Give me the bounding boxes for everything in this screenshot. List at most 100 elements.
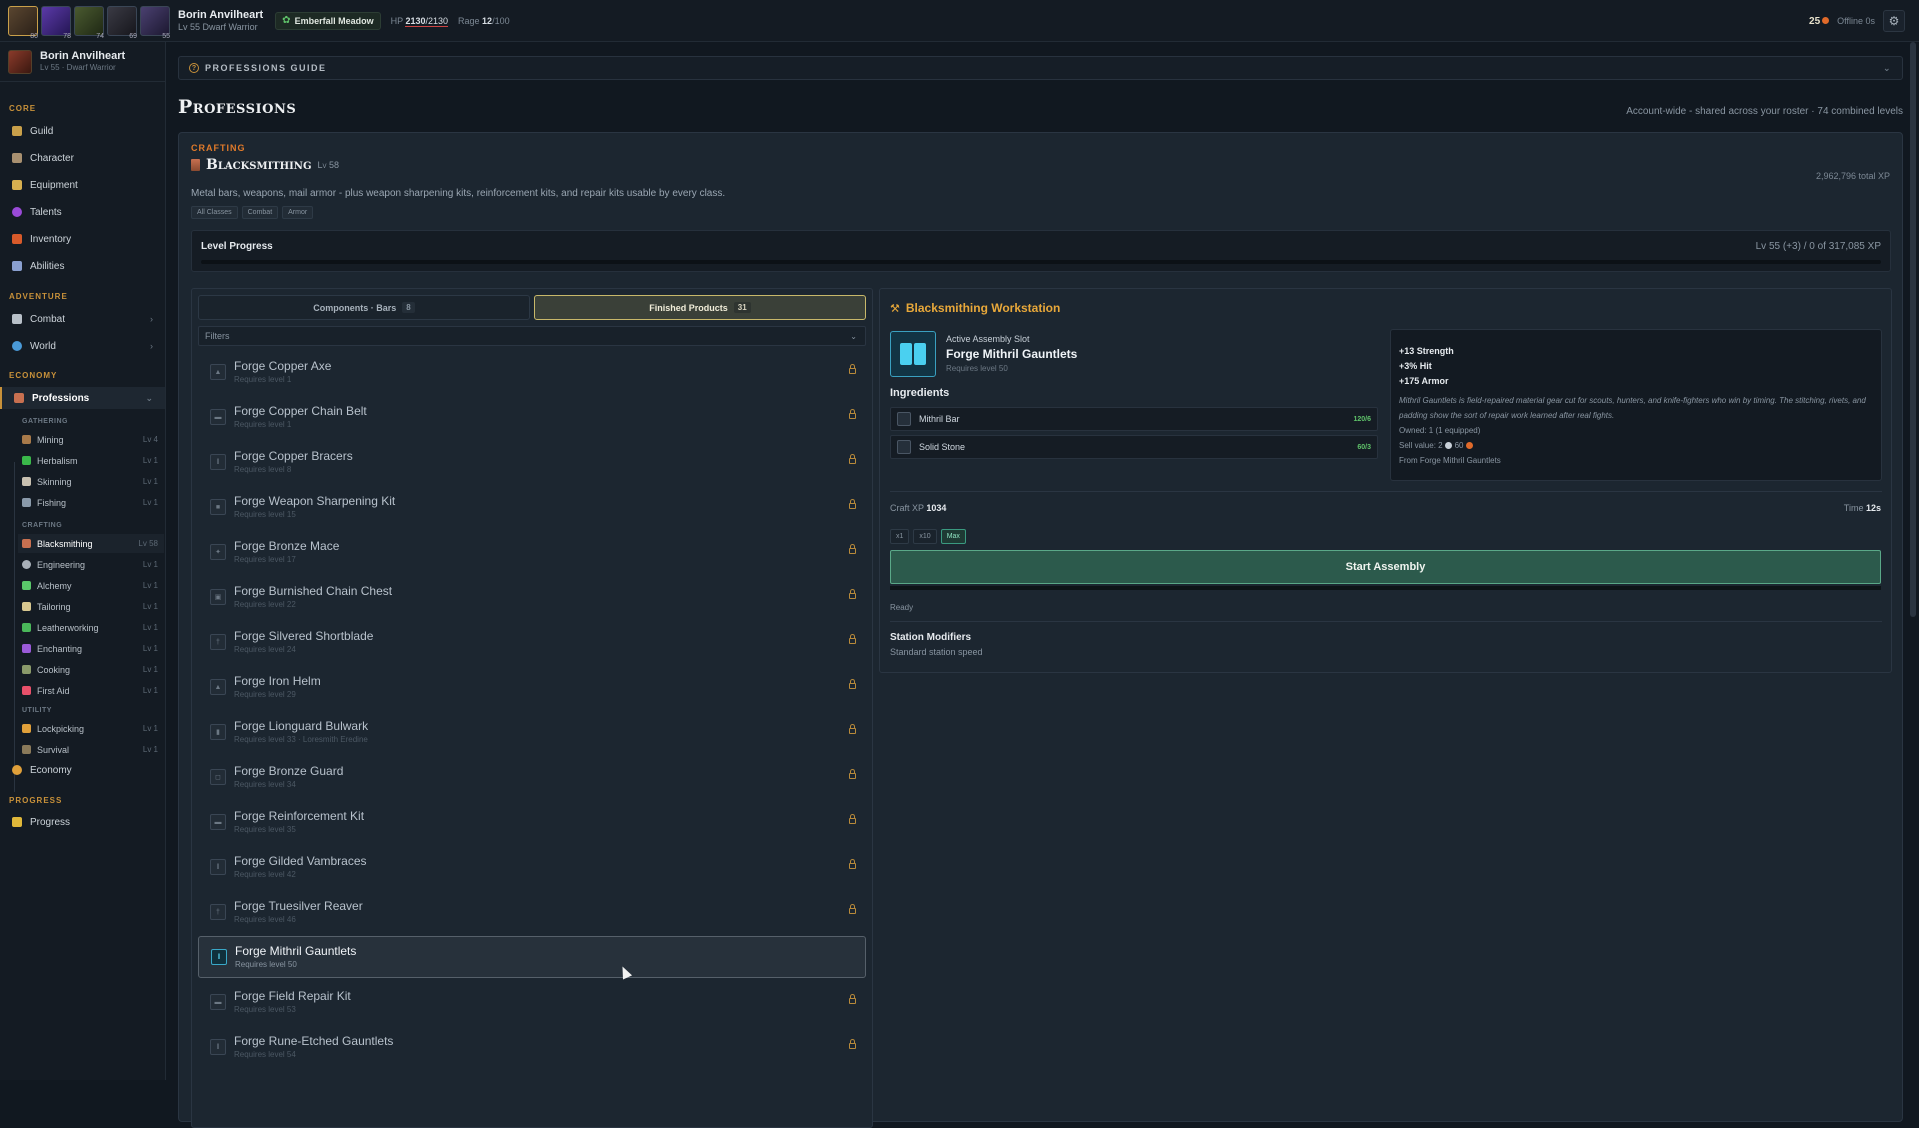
- start-assembly-button[interactable]: Start Assembly: [890, 550, 1881, 584]
- recipe-item[interactable]: ▲ Forge Iron Helm Requires level 29: [198, 666, 866, 708]
- section-core: CORE: [9, 104, 37, 113]
- item-flavor-text: Mithril Gauntlets is field-repaired mate…: [1399, 396, 1866, 420]
- gold-counter: 25: [1809, 16, 1830, 27]
- recipe-name: Forge Silvered Shortblade: [234, 629, 374, 643]
- qty-x10-button[interactable]: x10: [913, 529, 937, 544]
- ingredient-name: Solid Stone: [919, 442, 966, 452]
- hunter-portrait[interactable]: 74: [74, 5, 104, 40]
- priest-portrait[interactable]: 55: [140, 5, 170, 40]
- helm-icon: ▲: [210, 679, 226, 695]
- sidebar-item-survival[interactable]: Survival Lv 1: [18, 740, 164, 759]
- sidebar-item-mining[interactable]: Mining Lv 4: [18, 430, 164, 449]
- page-scrollbar[interactable]: [1910, 42, 1916, 617]
- profession-description: Metal bars, weapons, mail armor - plus w…: [191, 188, 726, 199]
- sidebar-item-lockpicking[interactable]: Lockpicking Lv 1: [18, 719, 164, 738]
- sidebar-item-equipment[interactable]: Equipment: [0, 174, 165, 196]
- guard-icon: ◻: [210, 769, 226, 785]
- lock-icon: [849, 679, 856, 689]
- recipe-requirement: Requires level 8: [234, 465, 292, 474]
- craft-xp: Craft XP 1034: [890, 503, 946, 513]
- sidebar-item-enchanting[interactable]: Enchanting Lv 1: [18, 639, 164, 658]
- recipe-item[interactable]: ‖ Forge Gilded Vambraces Requires level 42: [198, 846, 866, 888]
- sidebar-item-inventory[interactable]: Inventory: [0, 228, 165, 250]
- sidebar-item-combat[interactable]: Combat ›: [0, 308, 165, 330]
- tab-components-bars[interactable]: Components · Bars 8: [198, 295, 530, 320]
- qty-x1-button[interactable]: x1: [890, 529, 910, 544]
- trophy-icon: [12, 817, 22, 827]
- sidebar-item-world[interactable]: World ›: [0, 335, 165, 357]
- recipe-item[interactable]: ▮ Forge Lionguard Bulwark Requires level 3…: [198, 711, 866, 753]
- recipe-item-selected[interactable]: ‖ Forge Mithril Gauntlets Requires level 5…: [198, 936, 866, 978]
- sidebar-item-engineering[interactable]: Engineering Lv 1: [18, 555, 164, 574]
- sidebar-item-character[interactable]: Character: [0, 147, 165, 169]
- sidebar-item-guild[interactable]: Guild: [0, 120, 165, 142]
- sidebar-item-label: Blacksmithing: [37, 538, 93, 549]
- tab-finished-products[interactable]: Finished Products 31: [534, 295, 866, 320]
- axe-icon: ▲: [210, 364, 226, 380]
- sidebar-item-skinning[interactable]: Skinning Lv 1: [18, 472, 164, 491]
- sidebar-item-cooking[interactable]: Cooking Lv 1: [18, 660, 164, 679]
- recipe-item[interactable]: ▣ Forge Burnished Chain Chest Requires lev…: [198, 576, 866, 618]
- quantity-selector: x1 x10 Max: [890, 529, 966, 544]
- total-xp: 2,962,796 total XP: [1815, 171, 1890, 181]
- recipe-item[interactable]: ‖ Forge Copper Bracers Requires level 8: [198, 441, 866, 483]
- settings-button[interactable]: ⚙: [1883, 10, 1905, 32]
- recipe-item[interactable]: ◻ Forge Bronze Guard Requires level 34: [198, 756, 866, 798]
- portrait-level: 78: [63, 32, 71, 40]
- sidebar-item-talents[interactable]: Talents: [0, 201, 165, 223]
- recipe-requirement: Requires level 15: [234, 510, 296, 519]
- sidebar-item-tailoring[interactable]: Tailoring Lv 1: [18, 597, 164, 616]
- lock-icon: [849, 454, 856, 464]
- divider: [890, 621, 1882, 622]
- recipe-item[interactable]: ▲ Forge Copper Axe Requires level 1: [198, 351, 866, 393]
- sidebar-item-progress[interactable]: Progress: [0, 811, 165, 833]
- recipe-requirement: Requires level 46: [234, 915, 296, 924]
- recipe-item[interactable]: † Forge Truesilver Reaver Requires level 4…: [198, 891, 866, 933]
- hammer-icon: ⚒: [890, 302, 900, 315]
- mace-icon: ✦: [210, 544, 226, 560]
- lock-icon: [849, 409, 856, 419]
- recipe-item[interactable]: ▬ Forge Field Repair Kit Requires level 53: [198, 981, 866, 1023]
- sidebar-item-professions[interactable]: Professions ⌄: [0, 387, 165, 409]
- kit-icon: ▬: [210, 814, 226, 830]
- workstation-panel: ⚒ Blacksmithing Workstation Active Assemb…: [879, 288, 1892, 673]
- ingredient-qty: 120/6: [1353, 415, 1371, 423]
- coin-icon: [12, 765, 22, 775]
- warrior-portrait[interactable]: 80: [8, 5, 38, 40]
- filters-dropdown[interactable]: Filters ⌄: [198, 326, 866, 346]
- rage-stat: Rage 12/100: [458, 16, 510, 26]
- sidebar-item-fishing[interactable]: Fishing Lv 1: [18, 493, 164, 512]
- sidebar-item-blacksmithing[interactable]: Blacksmithing Lv 58: [18, 534, 164, 553]
- ingredient-row[interactable]: Mithril Bar 120/6: [890, 407, 1378, 431]
- recipe-item[interactable]: ✦ Forge Bronze Mace Requires level 17: [198, 531, 866, 573]
- zone-name: Emberfall Meadow: [294, 15, 374, 26]
- sidebar-item-alchemy[interactable]: Alchemy Lv 1: [18, 576, 164, 595]
- recipe-item[interactable]: ▬ Forge Copper Chain Belt Requires level 1: [198, 396, 866, 438]
- mage-portrait[interactable]: 78: [41, 5, 71, 40]
- recipe-item[interactable]: ‖ Forge Rune-Etched Gauntlets Requires lev…: [198, 1026, 866, 1068]
- recipe-item[interactable]: ▬ Forge Reinforcement Kit Requires level 3…: [198, 801, 866, 843]
- hammer-icon: [22, 539, 31, 548]
- recipe-name: Forge Bronze Mace: [234, 539, 340, 553]
- rogue-portrait[interactable]: 69: [107, 5, 137, 40]
- zone-badge[interactable]: ✿ Emberfall Meadow: [275, 11, 381, 30]
- recipe-item[interactable]: † Forge Silvered Shortblade Requires level…: [198, 621, 866, 663]
- recipe-item[interactable]: ■ Forge Weapon Sharpening Kit Requires lev…: [198, 486, 866, 528]
- professions-guide-toggle[interactable]: ? PROFESSIONS GUIDE ⌄: [178, 56, 1903, 80]
- ingredient-row[interactable]: Solid Stone 60/3: [890, 435, 1378, 459]
- sidebar-item-economy[interactable]: Economy: [0, 759, 165, 781]
- recipe-requirement: Requires level 22: [234, 600, 296, 609]
- lock-icon: [849, 994, 856, 1004]
- qty-max-button[interactable]: Max: [940, 529, 966, 544]
- tab-count: 31: [733, 302, 751, 313]
- sidebar-item-abilities[interactable]: Abilities: [0, 255, 165, 277]
- sidebar-user[interactable]: Borin Anvilheart Lv 55 · Dwarf Warrior: [0, 42, 165, 82]
- profession-level: Lv 58: [317, 160, 340, 170]
- recipe-requirement: Requires level 54: [234, 1050, 296, 1059]
- lock-icon: [849, 499, 856, 509]
- avatar: [8, 49, 32, 74]
- sidebar-item-herbalism[interactable]: Herbalism Lv 1: [18, 451, 164, 470]
- sidebar-item-leatherworking[interactable]: Leatherworking Lv 1: [18, 618, 164, 637]
- sidebar-item-first-aid[interactable]: First Aid Lv 1: [18, 681, 164, 700]
- chevron-right-icon: ›: [150, 341, 153, 351]
